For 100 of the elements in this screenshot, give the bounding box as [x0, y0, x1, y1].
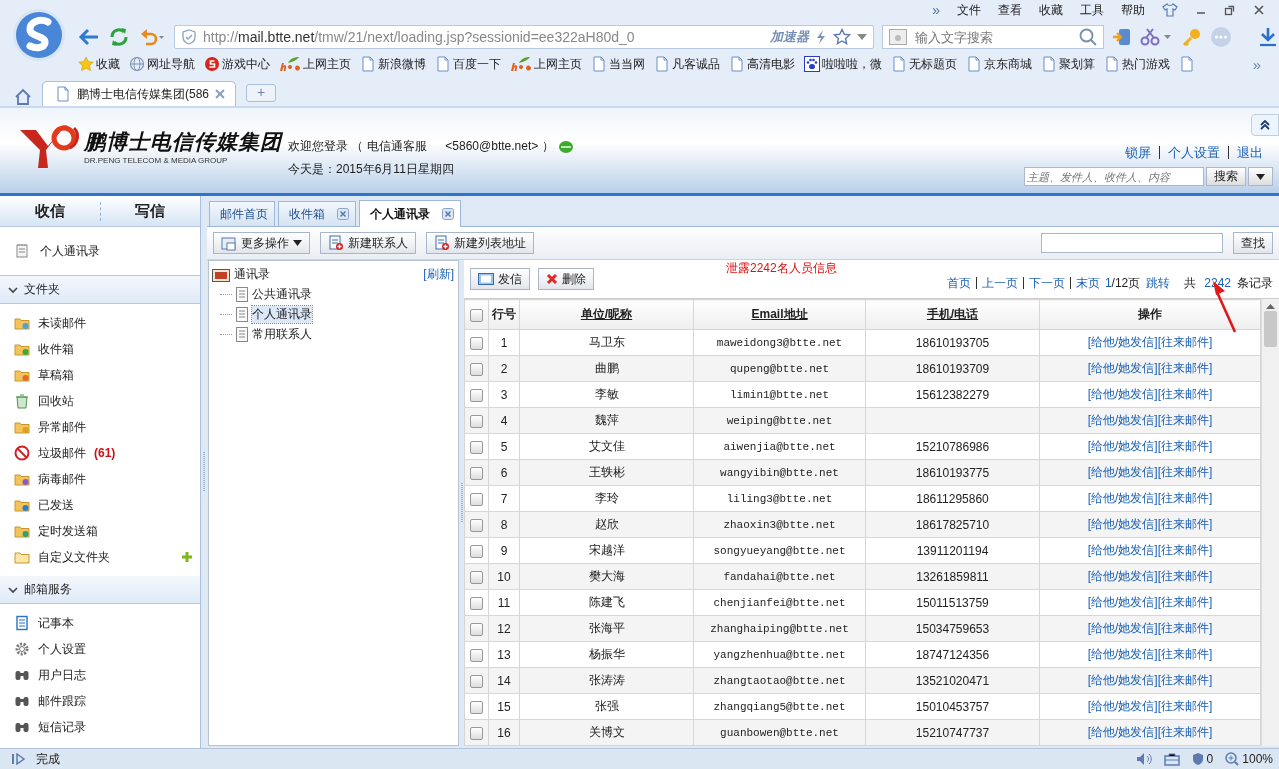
- action-link[interactable]: [往来邮件]: [1157, 543, 1213, 558]
- action-link[interactable]: [给他/她发信]: [1087, 725, 1158, 740]
- menu-item[interactable]: 工具: [1080, 1, 1104, 19]
- sidebar-item[interactable]: 垃圾邮件: [38, 444, 86, 462]
- find-button[interactable]: 查找: [1233, 232, 1273, 255]
- select-all-checkbox[interactable]: [470, 308, 483, 322]
- ad-block-count[interactable]: 0: [1191, 752, 1214, 767]
- lightning-icon[interactable]: [815, 29, 827, 45]
- search-field[interactable]: 输入文字搜索: [882, 25, 1104, 49]
- bookmark-item[interactable]: 新浪微博: [360, 55, 426, 73]
- key-icon[interactable]: [1182, 27, 1202, 47]
- action-link[interactable]: [往来邮件]: [1157, 439, 1213, 454]
- row-checkbox[interactable]: [470, 596, 483, 610]
- sidebar-item[interactable]: 个人通讯录: [40, 242, 100, 260]
- splitter-handle-icon[interactable]: [203, 452, 205, 493]
- action-link[interactable]: [给他/她发信]: [1087, 491, 1158, 506]
- action-link[interactable]: [给他/她发信]: [1087, 335, 1158, 350]
- sidebar-item[interactable]: 收件箱: [38, 340, 74, 358]
- mail-search-field[interactable]: 主题、发件人、收件人、内容: [1024, 167, 1204, 186]
- bookmark-item[interactable]: 百度一下: [435, 55, 501, 73]
- more-menu-button[interactable]: »: [932, 2, 940, 18]
- column-header[interactable]: 单位/昵称: [519, 299, 694, 330]
- row-checkbox[interactable]: [470, 570, 483, 584]
- section-header[interactable]: 邮箱服务: [24, 581, 72, 599]
- action-link[interactable]: [往来邮件]: [1157, 361, 1213, 376]
- header-link[interactable]: 退出: [1228, 146, 1271, 159]
- phone-icon[interactable]: [1112, 27, 1132, 47]
- row-checkbox[interactable]: [470, 622, 483, 636]
- bookmark-item[interactable]: 啦啦啦，微: [804, 55, 882, 73]
- tree-item[interactable]: 公共通讯录: [252, 285, 312, 303]
- refresh-link[interactable]: [刷新]: [423, 266, 458, 284]
- sidebar-toggle-icon[interactable]: [12, 753, 26, 766]
- scrollbar-thumb[interactable]: [1264, 311, 1277, 348]
- sidebar-item[interactable]: 异常邮件: [38, 418, 86, 436]
- action-link[interactable]: [给他/她发信]: [1087, 517, 1158, 532]
- toolbox-icon[interactable]: [1163, 752, 1180, 767]
- browser-logo-icon[interactable]: [12, 8, 66, 62]
- header-link[interactable]: 个人设置: [1159, 146, 1228, 159]
- download-icon[interactable]: [1258, 27, 1278, 47]
- home-icon[interactable]: [14, 88, 32, 106]
- bookmark-item[interactable]: 上网主页: [279, 55, 351, 73]
- sidebar-item[interactable]: 已发送: [38, 496, 74, 514]
- action-link[interactable]: [往来邮件]: [1157, 413, 1213, 428]
- action-link[interactable]: [给他/她发信]: [1087, 569, 1158, 584]
- bookmark-item[interactable]: 凡客诚品: [654, 55, 720, 73]
- action-link[interactable]: [往来邮件]: [1157, 673, 1213, 688]
- action-link[interactable]: [给他/她发信]: [1087, 647, 1158, 662]
- pagination-link[interactable]: 首页: [941, 277, 977, 290]
- content-tab[interactable]: 个人通讯录: [359, 200, 461, 228]
- scissors-icon[interactable]: [1140, 27, 1174, 47]
- search-options-button[interactable]: [1248, 167, 1273, 186]
- tree-item[interactable]: 常用联系人: [252, 325, 312, 343]
- row-checkbox[interactable]: [470, 492, 483, 506]
- sidebar-item[interactable]: 个人设置: [38, 640, 86, 658]
- bookmark-item[interactable]: 热门游戏: [1104, 55, 1170, 73]
- row-checkbox[interactable]: [470, 726, 483, 740]
- contact-search-field[interactable]: [1041, 233, 1223, 254]
- column-header[interactable]: Email地址: [693, 299, 866, 330]
- zoom-level[interactable]: 100%: [1225, 752, 1273, 767]
- pagination-link[interactable]: 末页: [1070, 277, 1105, 290]
- row-checkbox[interactable]: [470, 700, 483, 714]
- row-checkbox[interactable]: [470, 648, 483, 662]
- row-checkbox[interactable]: [470, 336, 483, 350]
- close-icon[interactable]: [215, 89, 225, 99]
- sidebar-item[interactable]: 用户日志: [38, 666, 86, 684]
- action-link[interactable]: [往来邮件]: [1157, 569, 1213, 584]
- sidebar-item[interactable]: 回收站: [38, 392, 74, 410]
- restore-icon[interactable]: [1224, 4, 1236, 16]
- action-link[interactable]: [给他/她发信]: [1087, 621, 1158, 636]
- bookmark-item[interactable]: 高清电影: [729, 55, 795, 73]
- star-outline-icon[interactable]: [833, 28, 851, 46]
- action-link[interactable]: [给他/她发信]: [1087, 673, 1158, 688]
- compose-tab[interactable]: 收信: [0, 201, 100, 221]
- bookmark-item[interactable]: [1179, 56, 1195, 72]
- browser-tab[interactable]: 鹏博士电信传媒集团(586: [42, 81, 236, 106]
- sidebar-item[interactable]: 邮件跟踪: [38, 692, 86, 710]
- chevron-icon[interactable]: [8, 585, 18, 594]
- sidebar-item[interactable]: 记事本: [38, 614, 74, 632]
- column-header[interactable]: 手机/电话: [865, 299, 1040, 330]
- jump-link[interactable]: 跳转: [1146, 274, 1185, 292]
- action-link[interactable]: [给他/她发信]: [1087, 595, 1158, 610]
- toolbar-button[interactable]: 新建联系人: [320, 232, 416, 255]
- section-header[interactable]: 文件夹: [24, 281, 60, 299]
- action-button[interactable]: 发信: [470, 268, 530, 291]
- action-link[interactable]: [往来邮件]: [1157, 465, 1213, 480]
- sidebar-item[interactable]: 自定义文件夹: [38, 548, 110, 566]
- row-checkbox[interactable]: [470, 414, 483, 428]
- bookmark-item[interactable]: 网址导航: [129, 55, 195, 73]
- splitter-handle-icon[interactable]: [460, 483, 463, 524]
- menu-item[interactable]: 查看: [998, 1, 1022, 19]
- row-checkbox[interactable]: [470, 544, 483, 558]
- sidebar-item[interactable]: 未读邮件: [38, 314, 86, 332]
- action-button[interactable]: 删除: [538, 268, 594, 291]
- caret-icon[interactable]: [857, 34, 867, 40]
- action-link[interactable]: [给他/她发信]: [1087, 361, 1158, 376]
- speaker-icon[interactable]: [1135, 752, 1152, 767]
- bookmark-item[interactable]: 无标题页: [891, 55, 957, 73]
- close-icon[interactable]: [337, 208, 349, 221]
- action-link[interactable]: [往来邮件]: [1157, 699, 1213, 714]
- action-link[interactable]: [给他/她发信]: [1087, 413, 1158, 428]
